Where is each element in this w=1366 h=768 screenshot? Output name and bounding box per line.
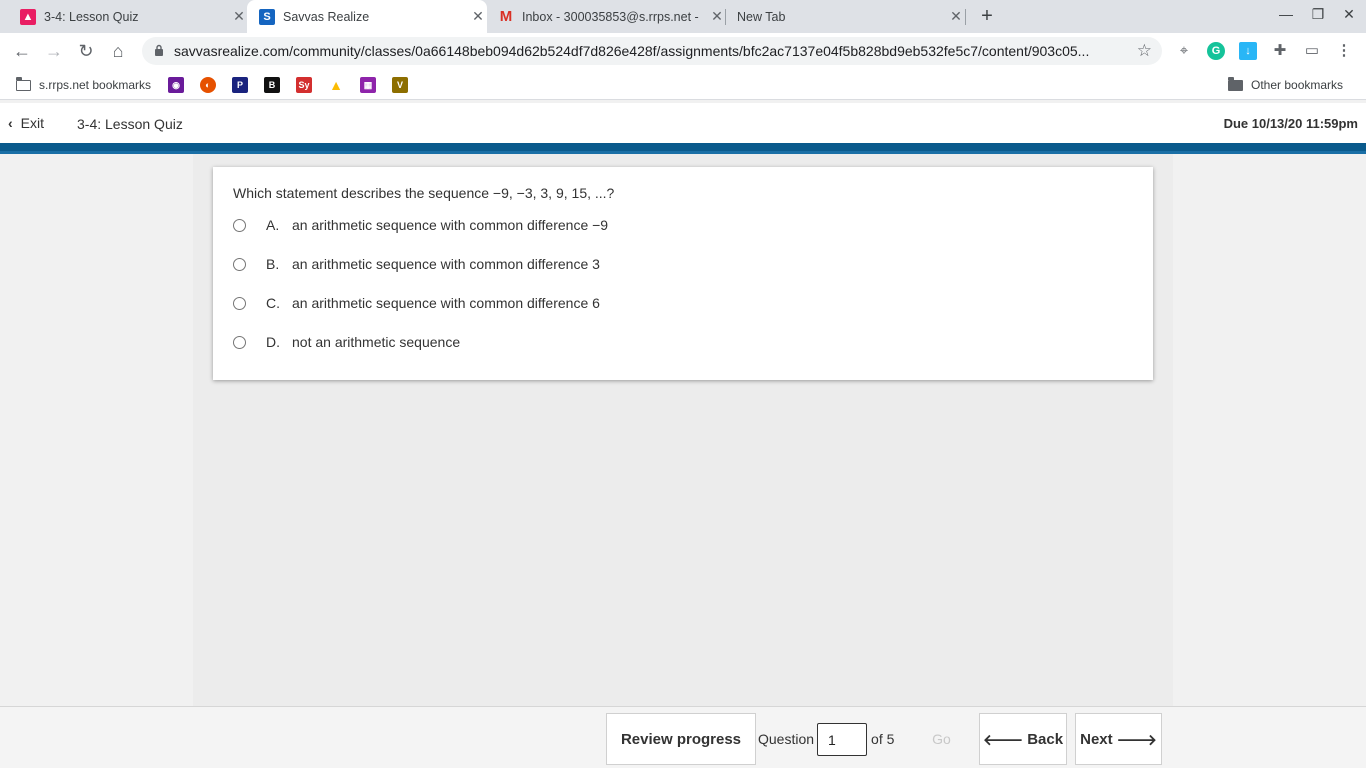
savvas-icon: S [259,8,275,25]
bookmark-star-icon[interactable]: ☆ [1137,41,1152,61]
folder-icon [1228,76,1243,91]
firefox-bookmark-icon: ◐ [200,77,216,93]
menu-kebab-icon[interactable]: ⋮ [1335,42,1353,60]
close-icon[interactable]: ✕ [947,8,965,25]
quiz-header: ‹ Exit 3-4: Lesson Quiz Due 10/13/20 11:… [0,103,1366,143]
arrow-left-icon: 🡐 [982,731,1024,749]
option-text: an arithmetic sequence with common diffe… [292,295,600,311]
question-total: of 5 [871,731,895,747]
question-number-input[interactable]: 1 [817,722,868,756]
back-button[interactable]: 🡐 Back [979,713,1067,765]
answer-option-d[interactable]: D. not an arithmetic sequence [233,332,460,352]
option-letter: B. [266,256,280,272]
bookmark-other[interactable]: Other bookmarks [1228,76,1343,94]
header-accent-band [0,143,1366,154]
radio-button[interactable] [233,257,246,271]
bookmarks-bar: s.rrps.net bookmarks ◉ ◐ P B Sy ▲ ▦ V Ot… [0,69,1366,100]
question-label: Question [758,731,815,747]
due-date: Due 10/13/20 11:59pm [1223,116,1358,131]
tab-title: Inbox - 300035853@s.rrps.net - [522,9,699,24]
back-arrow-icon[interactable]: ← [11,40,33,62]
question-card: Which statement describes the sequence −… [213,167,1153,380]
classroom-icon: ▲ [20,8,36,25]
grammarly-icon[interactable]: G [1207,42,1225,60]
exit-button[interactable]: ‹ Exit [8,115,44,131]
folder-icon [15,76,31,91]
option-letter: A. [266,217,280,233]
page-title: 3-4: Lesson Quiz [77,116,183,132]
review-progress-button[interactable]: Review progress [606,713,756,765]
browser-toolbar: ← → ↻ ⌂ savvasrealize.com/community/clas… [0,33,1366,69]
close-icon[interactable]: ✕ [230,8,248,25]
radio-button[interactable] [233,335,246,349]
home-icon[interactable]: ⌂ [107,40,129,62]
bookmark-grid[interactable]: ▦ [360,76,376,94]
gmail-icon: M [499,8,513,25]
sy-bookmark-icon: Sy [296,77,312,93]
answer-option-b[interactable]: B. an arithmetic sequence with common di… [233,254,600,274]
answer-option-a[interactable]: A. an arithmetic sequence with common di… [233,215,608,235]
option-text: not an arithmetic sequence [292,334,461,350]
bookmark-b[interactable]: B [264,76,280,94]
minimize-icon[interactable]: — [1276,6,1296,22]
exit-label: Exit [20,115,45,131]
option-text: an arithmetic sequence with common diffe… [292,217,609,233]
tab-lesson-quiz[interactable]: ▲ 3-4: Lesson Quiz ✕ [8,0,248,33]
bookmark-sy[interactable]: Sy [296,76,312,94]
new-tab-plus-icon[interactable]: + [976,5,998,27]
option-letter: C. [266,295,280,311]
bookmark-drive[interactable]: ▲ [328,76,344,94]
puzzle-extensions-icon[interactable]: ✚ [1271,42,1289,60]
tab-savvas-realize[interactable]: S Savvas Realize ✕ [247,0,487,33]
tab-new-tab[interactable]: New Tab ✕ [725,0,965,33]
tab-title: Savvas Realize [283,9,370,24]
restore-icon[interactable]: ❐ [1308,6,1328,23]
bookmark-pearson[interactable]: P [232,76,248,94]
forward-arrow-icon[interactable]: → [43,40,65,62]
answer-option-c[interactable]: C. an arithmetic sequence with common di… [233,293,600,313]
quiz-footer: Review progress Question 1 of 5 Go 🡐 Bac… [0,706,1366,768]
desmos-bookmark-icon: ◉ [168,77,184,93]
browser-tabstrip: ▲ 3-4: Lesson Quiz ✕ S Savvas Realize ✕ … [0,0,1366,33]
radio-button[interactable] [233,218,246,232]
target-extension-icon[interactable]: ⌖ [1175,42,1193,60]
url-text[interactable]: savvasrealize.com/community/classes/0a66… [174,43,1124,59]
b-bookmark-icon: B [264,77,280,93]
close-icon[interactable]: ✕ [469,8,487,25]
bookmark-desmos[interactable]: ◉ [168,76,184,94]
tab-title: New Tab [737,9,786,24]
other-bookmarks-label: Other bookmarks [1251,78,1344,92]
radio-button[interactable] [233,296,246,310]
reload-icon[interactable]: ↻ [75,40,97,62]
chevron-left-icon: ‹ [8,115,13,131]
arrow-right-icon: 🡒 [1116,731,1157,749]
v-bookmark-icon: V [392,77,408,93]
bookmark-v[interactable]: V [392,76,408,94]
go-button[interactable]: Go [913,713,970,765]
option-letter: D. [266,334,280,350]
window-close-icon[interactable]: ✕ [1339,6,1359,23]
drive-bookmark-icon: ▲ [329,77,343,93]
tab-separator [965,9,966,25]
tab-inbox[interactable]: M Inbox - 300035853@s.rrps.net - ✕ [486,0,726,33]
bookmark-folder-rrps[interactable]: s.rrps.net bookmarks [15,76,152,94]
bookmark-folder-label: s.rrps.net bookmarks [39,78,152,92]
address-bar[interactable]: savvasrealize.com/community/classes/0a66… [142,37,1162,65]
next-button[interactable]: Next 🡒 [1075,713,1162,765]
next-label: Next [1080,730,1113,748]
pearson-bookmark-icon: P [232,77,248,93]
option-text: an arithmetic sequence with common diffe… [292,256,600,272]
close-icon[interactable]: ✕ [708,8,726,25]
download-extension-icon[interactable]: ↓ [1239,42,1257,60]
lock-icon [154,44,166,59]
bookmark-firefox[interactable]: ◐ [200,76,216,94]
back-label: Back [1027,730,1064,748]
question-prompt: Which statement describes the sequence −… [233,185,615,201]
grid-bookmark-icon: ▦ [360,77,376,93]
cast-icon[interactable]: ▭ [1303,42,1321,60]
tab-title: 3-4: Lesson Quiz [44,9,139,24]
